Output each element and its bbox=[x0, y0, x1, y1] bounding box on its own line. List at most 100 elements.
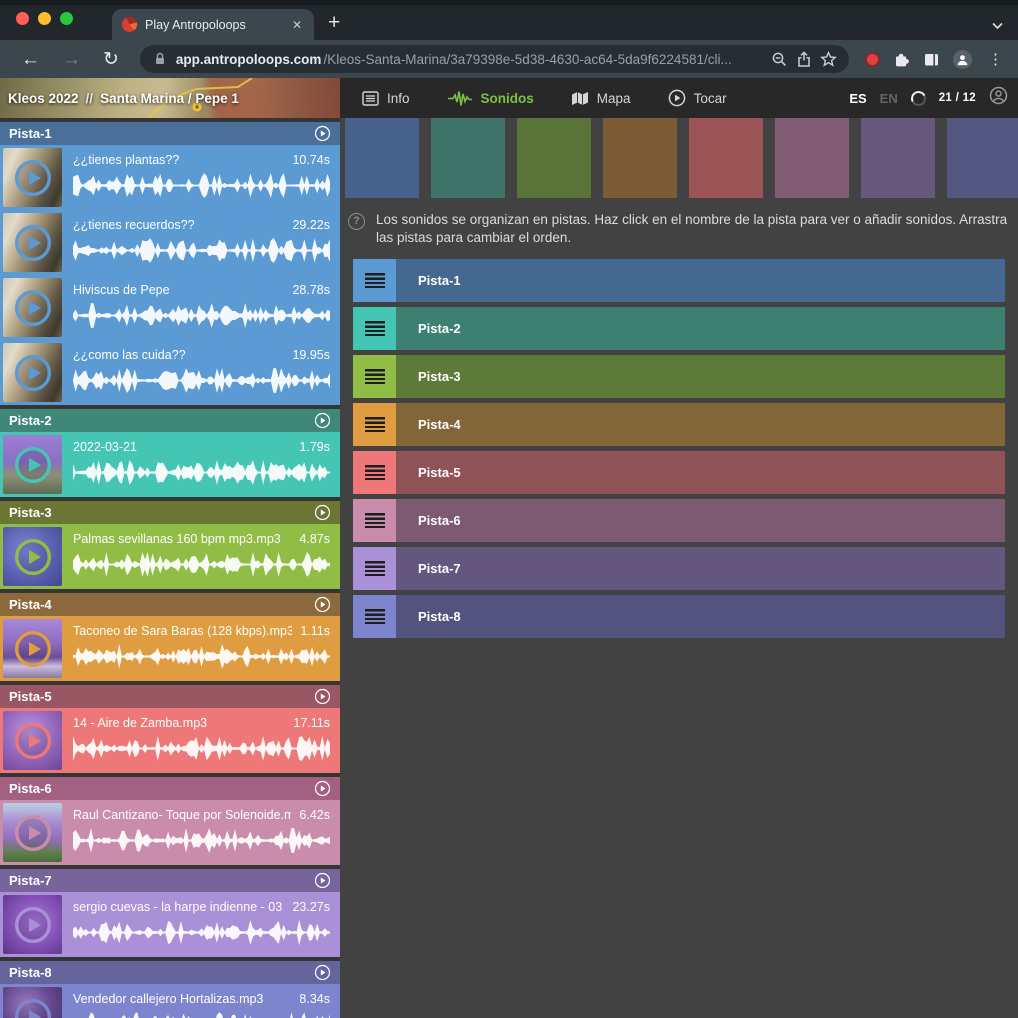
drag-handle[interactable] bbox=[353, 259, 396, 302]
track-header[interactable]: Pista-7 bbox=[0, 869, 340, 892]
clip-thumbnail[interactable] bbox=[3, 803, 62, 862]
clip-thumbnail[interactable] bbox=[3, 987, 62, 1018]
play-track-icon[interactable] bbox=[314, 596, 331, 613]
tab-sonidos[interactable]: Sonidos bbox=[447, 90, 534, 107]
track-header[interactable]: Pista-4 bbox=[0, 593, 340, 616]
extensions-puzzle-icon[interactable] bbox=[893, 51, 910, 68]
track-header[interactable]: Pista-5 bbox=[0, 685, 340, 708]
project-hero-image[interactable]: Kleos 2022 // Santa Marina / Pepe 1 bbox=[0, 78, 340, 118]
clip-play-icon[interactable] bbox=[13, 721, 53, 761]
track-swatch[interactable] bbox=[603, 118, 677, 198]
track-row[interactable]: Pista-3 bbox=[353, 355, 1005, 398]
clip-play-icon[interactable] bbox=[13, 905, 53, 945]
track-swatch[interactable] bbox=[689, 118, 763, 198]
clip[interactable]: Hiviscus de Pepe 28.78s bbox=[0, 275, 340, 340]
track-row[interactable]: Pista-6 bbox=[353, 499, 1005, 542]
tab-search-chevron-icon[interactable] bbox=[991, 17, 1004, 35]
track-swatch[interactable] bbox=[345, 118, 419, 198]
lang-es-button[interactable]: ES bbox=[849, 91, 866, 106]
clip-thumbnail[interactable] bbox=[3, 148, 62, 207]
track-swatch[interactable] bbox=[861, 118, 935, 198]
clip-thumbnail[interactable] bbox=[3, 343, 62, 402]
clip-play-icon[interactable] bbox=[13, 353, 53, 393]
clip[interactable]: ¿¿tienes recuerdos?? 29.22s bbox=[0, 210, 340, 275]
clip[interactable]: 2022-03-21 1.79s bbox=[0, 432, 340, 497]
minimize-window-button[interactable] bbox=[38, 12, 51, 25]
clip-play-icon[interactable] bbox=[13, 445, 53, 485]
zoom-out-icon[interactable] bbox=[771, 51, 788, 68]
share-icon[interactable] bbox=[796, 51, 812, 68]
track-header[interactable]: Pista-3 bbox=[0, 501, 340, 524]
drag-handle[interactable] bbox=[353, 307, 396, 350]
clip-thumbnail[interactable] bbox=[3, 435, 62, 494]
play-track-icon[interactable] bbox=[314, 412, 331, 429]
lang-en-button[interactable]: EN bbox=[880, 91, 898, 106]
clip-play-icon[interactable] bbox=[13, 223, 53, 263]
track-row[interactable]: Pista-8 bbox=[353, 595, 1005, 638]
track-row[interactable]: Pista-4 bbox=[353, 403, 1005, 446]
play-track-icon[interactable] bbox=[314, 780, 331, 797]
clip[interactable]: 14 - Aire de Zamba.mp3 17.11s bbox=[0, 708, 340, 773]
play-track-icon[interactable] bbox=[314, 688, 331, 705]
drag-handle[interactable] bbox=[353, 499, 396, 542]
account-icon[interactable] bbox=[989, 86, 1008, 110]
clip-play-icon[interactable] bbox=[13, 158, 53, 198]
track-header[interactable]: Pista-8 bbox=[0, 961, 340, 984]
new-tab-button[interactable]: + bbox=[328, 10, 340, 36]
track-swatch[interactable] bbox=[775, 118, 849, 198]
back-button[interactable]: ← bbox=[12, 50, 49, 69]
track-swatch[interactable] bbox=[947, 118, 1018, 198]
track-swatch[interactable] bbox=[517, 118, 591, 198]
tab-close-icon[interactable]: ✕ bbox=[290, 18, 304, 32]
track-swatch[interactable] bbox=[431, 118, 505, 198]
drag-handle[interactable] bbox=[353, 595, 396, 638]
tab-mapa[interactable]: Mapa bbox=[571, 91, 631, 106]
clip-play-icon[interactable] bbox=[13, 629, 53, 669]
record-extension-icon[interactable] bbox=[865, 52, 880, 67]
clip-thumbnail[interactable] bbox=[3, 619, 62, 678]
clip[interactable]: Raul Cantizano- Toque por Solenoide.mp3 … bbox=[0, 800, 340, 865]
bookmark-star-icon[interactable] bbox=[820, 51, 837, 68]
tab-tocar[interactable]: Tocar bbox=[668, 89, 727, 107]
drag-handle[interactable] bbox=[353, 451, 396, 494]
play-track-icon[interactable] bbox=[314, 504, 331, 521]
close-window-button[interactable] bbox=[16, 12, 29, 25]
clip[interactable]: Vendedor callejero Hortalizas.mp3 8.34s bbox=[0, 984, 340, 1018]
play-track-icon[interactable] bbox=[314, 125, 331, 142]
clip[interactable]: Palmas sevillanas 160 bpm mp3.mp3 4.87s bbox=[0, 524, 340, 589]
play-track-icon[interactable] bbox=[314, 872, 331, 889]
drag-handle[interactable] bbox=[353, 355, 396, 398]
track-row[interactable]: Pista-1 bbox=[353, 259, 1005, 302]
clip[interactable]: ¿¿como las cuida?? 19.95s bbox=[0, 340, 340, 405]
clip-play-icon[interactable] bbox=[13, 288, 53, 328]
clip-thumbnail[interactable] bbox=[3, 278, 62, 337]
clip-thumbnail[interactable] bbox=[3, 213, 62, 272]
clip-play-icon[interactable] bbox=[13, 997, 53, 1018]
track-header[interactable]: Pista-1 bbox=[0, 122, 340, 145]
maximize-window-button[interactable] bbox=[60, 12, 73, 25]
clip[interactable]: sergio cuevas - la harpe indienne - 03 -… bbox=[0, 892, 340, 957]
browser-menu-icon[interactable]: ⋮ bbox=[985, 50, 1006, 68]
track-row[interactable]: Pista-5 bbox=[353, 451, 1005, 494]
clip-thumbnail[interactable] bbox=[3, 711, 62, 770]
forward-button[interactable]: → bbox=[53, 50, 90, 69]
side-panel-icon[interactable] bbox=[923, 51, 940, 68]
drag-handle[interactable] bbox=[353, 547, 396, 590]
clip-play-icon[interactable] bbox=[13, 537, 53, 577]
play-track-icon[interactable] bbox=[314, 964, 331, 981]
browser-tab[interactable]: Play Antropoloops ✕ bbox=[112, 9, 314, 40]
url-bar[interactable]: app.antropoloops.com /Kleos-Santa-Marina… bbox=[140, 45, 849, 73]
track-header[interactable]: Pista-6 bbox=[0, 777, 340, 800]
track-row[interactable]: Pista-7 bbox=[353, 547, 1005, 590]
clip[interactable]: Taconeo de Sara Baras (128 kbps).mp3 1.1… bbox=[0, 616, 340, 681]
track-row[interactable]: Pista-2 bbox=[353, 307, 1005, 350]
clip[interactable]: ¿¿tienes plantas?? 10.74s bbox=[0, 145, 340, 210]
tab-info[interactable]: Info bbox=[362, 91, 410, 106]
reload-button[interactable]: ↻ bbox=[94, 50, 128, 69]
clip-thumbnail[interactable] bbox=[3, 527, 62, 586]
clip-play-icon[interactable] bbox=[13, 813, 53, 853]
track-header[interactable]: Pista-2 bbox=[0, 409, 340, 432]
clip-thumbnail[interactable] bbox=[3, 895, 62, 954]
drag-handle[interactable] bbox=[353, 403, 396, 446]
profile-avatar[interactable] bbox=[953, 50, 972, 69]
